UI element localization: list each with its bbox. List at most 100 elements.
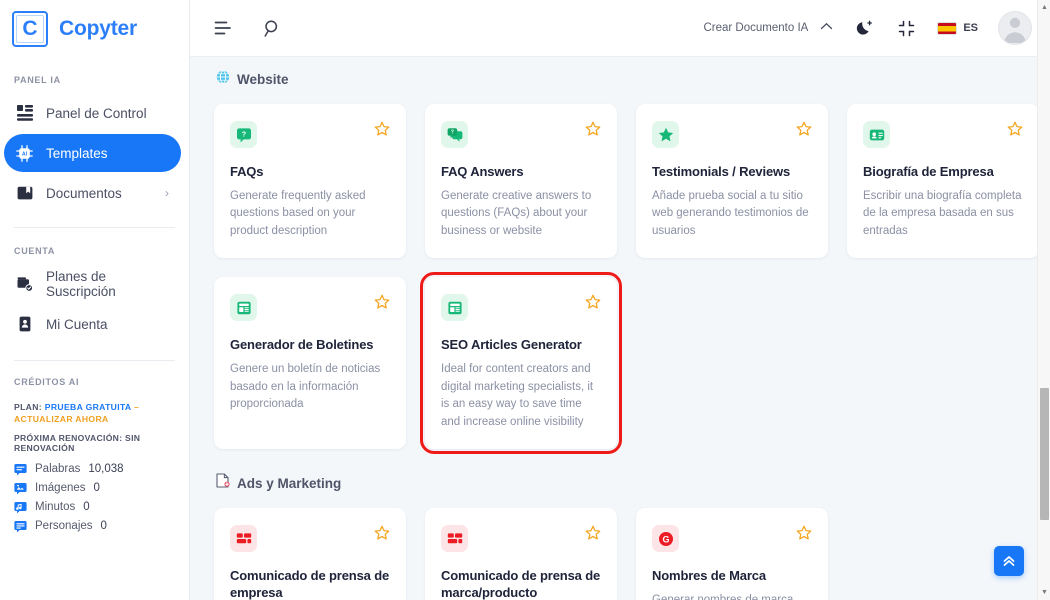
exit-fullscreen-icon[interactable] xyxy=(895,17,917,39)
website-cards-row-1: ? FAQs Generate frequently asked questio… xyxy=(214,104,1039,259)
card-top xyxy=(441,525,601,553)
credit-row-minutos: Minutos 0 xyxy=(14,501,175,514)
svg-text:AI: AI xyxy=(22,151,28,157)
renewal-line: PRÓXIMA RENOVACIÓN: SIN RENOVACIÓN xyxy=(14,432,141,453)
credit-value: 10,038 xyxy=(88,463,124,476)
scrollbar-thumb[interactable] xyxy=(1040,388,1049,520)
sidebar-item-panel-de-control[interactable]: Panel de Control xyxy=(4,94,181,132)
user-avatar[interactable] xyxy=(998,11,1032,45)
words-icon xyxy=(14,463,27,476)
template-card-seo-articles-generator[interactable]: SEO Articles Generator Ideal for content… xyxy=(420,272,622,455)
template-card-faqs[interactable]: ? FAQs Generate frequently asked questio… xyxy=(214,104,406,259)
sidebar-section-panel-ia: PANEL IA Panel de Control AI Templates D… xyxy=(0,57,189,214)
template-card-testimonials-reviews[interactable]: Testimonials / Reviews Añade prueba soci… xyxy=(636,104,828,259)
card-description: Añade prueba social a tu sitio web gener… xyxy=(652,189,809,237)
card-title: FAQs xyxy=(230,164,264,179)
card-description: Generate creative answers to questions (… xyxy=(441,189,592,237)
scroll-to-top-button[interactable] xyxy=(994,546,1024,576)
images-icon xyxy=(14,482,27,495)
dashboard-icon xyxy=(16,105,33,122)
brand-logo-area[interactable]: C Copyter xyxy=(0,0,189,57)
website-cards-row-2: Generador de Boletines Genere un boletín… xyxy=(214,272,1024,455)
chevron-right-icon: › xyxy=(165,186,169,200)
template-card-comunicado-de-prensa-de-empresa[interactable]: Comunicado de prensa de empresa Redactar… xyxy=(214,508,406,600)
credits-title: CRÉDITOS AI xyxy=(14,377,80,387)
sidebar-item-documentos[interactable]: Documentos › xyxy=(4,174,181,212)
template-card-nombres-de-marca[interactable]: G Nombres de Marca Generar nombres de ma… xyxy=(636,508,828,600)
favorite-star-icon[interactable] xyxy=(585,525,601,541)
sidebar: C Copyter PANEL IA Panel de Control AI T… xyxy=(0,0,190,600)
favorite-star-icon[interactable] xyxy=(374,121,390,137)
favorite-star-icon[interactable] xyxy=(374,525,390,541)
template-card-generador-de-boletines[interactable]: Generador de Boletines Genere un boletín… xyxy=(214,277,406,450)
template-card-biografia-de-empresa[interactable]: Biografía de Empresa Escribir una biogra… xyxy=(847,104,1039,259)
templates-content: Website ? FAQs Generate frequently asked… xyxy=(190,57,1050,600)
credit-label: Imágenes xyxy=(35,482,86,495)
hamburger-menu-icon[interactable] xyxy=(212,17,234,39)
upgrade-link[interactable]: ACTUALIZAR AHORA xyxy=(14,414,109,424)
credit-row-personajes: Personajes 0 xyxy=(14,520,175,533)
topbar-left-controls xyxy=(212,17,283,39)
favorite-star-icon[interactable] xyxy=(796,525,812,541)
favorite-star-icon[interactable] xyxy=(585,294,601,310)
dark-mode-moon-icon[interactable] xyxy=(853,17,875,39)
scrollbar-down-arrow[interactable]: ▼ xyxy=(1041,589,1048,596)
card-title: Testimonials / Reviews xyxy=(652,164,791,179)
credit-value: 0 xyxy=(93,482,100,495)
card-description: Generate frequently asked questions base… xyxy=(230,189,366,237)
app-root: C Copyter PANEL IA Panel de Control AI T… xyxy=(0,0,1050,600)
logo-letter: C xyxy=(22,17,38,40)
favorite-star-icon[interactable] xyxy=(1007,121,1023,137)
plan-line: PLAN: PRUEBA GRATUITA – ACTUALIZAR AHORA xyxy=(14,401,175,426)
card-title: Nombres de Marca xyxy=(652,568,766,584)
svg-text:?: ? xyxy=(450,129,453,135)
characters-icon xyxy=(14,520,27,533)
language-selector[interactable]: ES xyxy=(937,21,978,35)
star-badge-icon xyxy=(652,121,679,148)
sidebar-item-label: Documentos xyxy=(46,185,122,201)
favorite-star-icon[interactable] xyxy=(796,121,812,137)
favorite-star-icon[interactable] xyxy=(374,294,390,310)
newsletter-icon xyxy=(230,294,257,322)
credit-row-palabras: Palabras 10,038 xyxy=(14,463,175,476)
section-title: Website xyxy=(237,72,289,87)
brand-name: Copyter xyxy=(59,16,137,40)
sidebar-item-templates[interactable]: AI Templates xyxy=(4,134,181,172)
card-description: Generar nombres de marca únicos con la a… xyxy=(652,593,794,600)
favorite-star-icon[interactable] xyxy=(585,121,601,137)
create-document-button[interactable]: Crear Documento IA xyxy=(703,22,808,34)
copyter-logo-mark: C xyxy=(12,10,48,47)
credit-label: Personajes xyxy=(35,520,93,533)
search-icon[interactable] xyxy=(261,17,283,39)
template-card-faq-answers[interactable]: ? FAQ Answers Generate creative answers … xyxy=(425,104,617,259)
sidebar-item-label: Planes de Suscripción xyxy=(46,269,116,299)
card-title: FAQ Answers xyxy=(441,164,524,179)
sidebar-item-label: Panel de Control xyxy=(46,105,147,121)
card-title: Comunicado de prensa de empresa xyxy=(230,568,390,600)
id-badge-icon xyxy=(863,121,890,148)
sidebar-section-title: CUENTA xyxy=(14,246,56,256)
credit-label: Palabras xyxy=(35,463,81,476)
sidebar-item-planes-de-suscripcion[interactable]: Planes de Suscripción xyxy=(4,265,181,303)
card-top: ? xyxy=(441,121,601,148)
plan-separator: – xyxy=(133,402,140,412)
svg-text:?: ? xyxy=(241,129,245,138)
scrollbar-up-arrow[interactable]: ▲ xyxy=(1041,4,1048,11)
template-card-comunicado-de-prensa-de-marca-producto[interactable]: Comunicado de prensa de marca/producto E… xyxy=(425,508,617,600)
topbar-right-controls: Crear Documento IA ES xyxy=(703,11,1032,45)
card-title: Biografía de Empresa xyxy=(863,164,994,179)
sidebar-item-mi-cuenta[interactable]: Mi Cuenta xyxy=(4,305,181,343)
article-icon xyxy=(441,294,468,322)
svg-text:G: G xyxy=(662,534,669,544)
card-top: G xyxy=(652,525,812,553)
brand-circle-icon: G xyxy=(652,525,679,553)
card-top xyxy=(863,121,1023,148)
card-top: ? xyxy=(230,121,390,148)
section-header-website: Website xyxy=(216,70,1024,89)
faq-bubble-icon: ? xyxy=(230,121,257,148)
chevron-up-icon[interactable] xyxy=(820,22,833,34)
browser-scrollbar[interactable]: ▲ ▼ xyxy=(1037,0,1050,600)
credit-value: 0 xyxy=(100,520,107,533)
language-code: ES xyxy=(963,22,978,34)
sidebar-item-label: Templates xyxy=(46,145,108,161)
